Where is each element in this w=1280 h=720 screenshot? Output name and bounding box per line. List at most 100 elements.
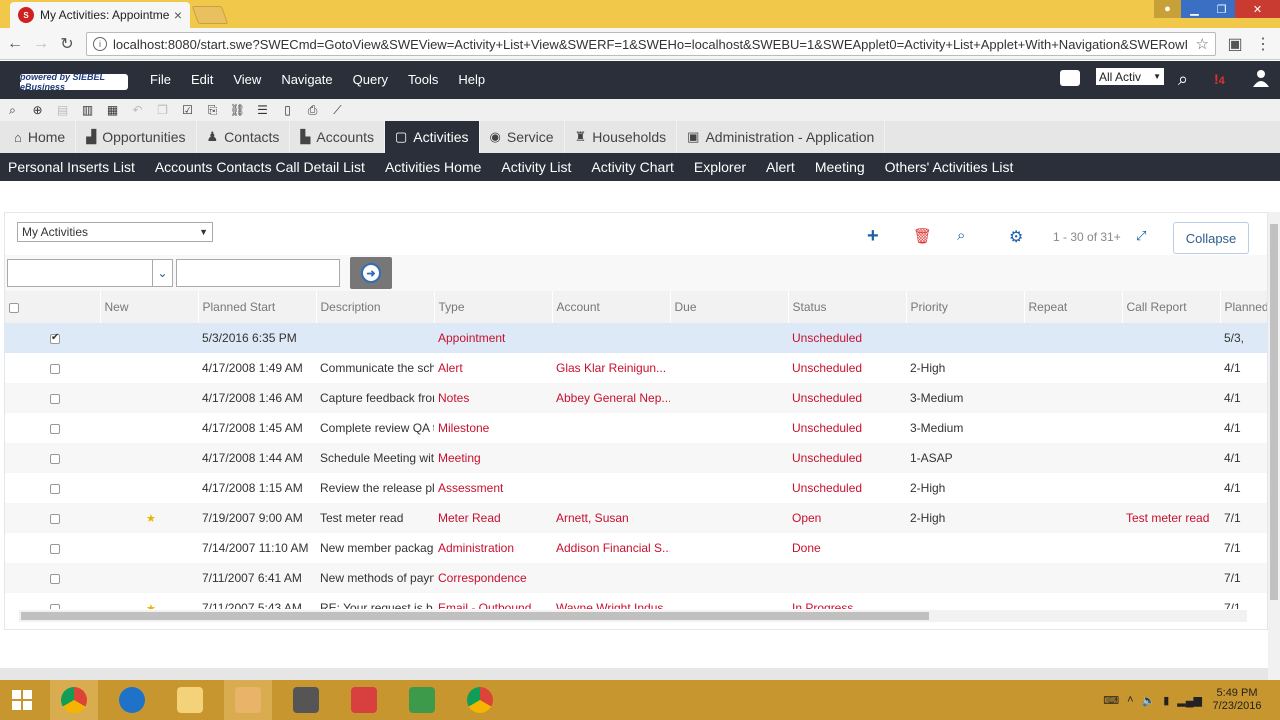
view-tab-meeting[interactable]: Meeting: [807, 159, 873, 175]
cell-status[interactable]: Unscheduled: [788, 473, 906, 503]
row-checkbox[interactable]: [50, 453, 60, 464]
tab-opportunities[interactable]: ▟ Opportunities: [76, 121, 197, 153]
menu-edit[interactable]: Edit: [181, 61, 223, 99]
cell-call-report[interactable]: [1122, 323, 1220, 353]
browser-menu-icon[interactable]: ⋮: [1250, 31, 1276, 57]
table-row[interactable]: 4/17/2008 1:46 AM Capture feedback fror No…: [5, 383, 1267, 413]
table-row[interactable]: 4/17/2008 1:15 AM Review the release pl As…: [5, 473, 1267, 503]
cell-account[interactable]: [552, 563, 670, 593]
user-profile-icon[interactable]: [1252, 69, 1270, 87]
list-icon[interactable]: ☰: [252, 101, 273, 119]
cell-status[interactable]: [788, 563, 906, 593]
chart-icon[interactable]: ⟋: [327, 101, 348, 119]
cell-call-report[interactable]: [1122, 413, 1220, 443]
cell-account[interactable]: Wayne Wright Indus: [552, 593, 670, 609]
cell-account[interactable]: Addison Financial S...: [552, 533, 670, 563]
cell-type[interactable]: Administration: [434, 533, 552, 563]
reload-icon[interactable]: ↻: [54, 31, 80, 57]
view-tab-activities-home[interactable]: Activities Home: [377, 159, 489, 175]
profile-icon[interactable]: ●: [1154, 0, 1181, 18]
sync-document-icon[interactable]: ▦: [102, 101, 123, 119]
back-arrow-icon[interactable]: ←: [2, 31, 28, 57]
menu-navigate[interactable]: Navigate: [271, 61, 342, 99]
vertical-scroll-thumb[interactable]: [1270, 224, 1278, 600]
cell-call-report[interactable]: [1122, 473, 1220, 503]
cell-select[interactable]: [5, 413, 100, 443]
cell-select[interactable]: [5, 473, 100, 503]
signal-icon[interactable]: ▂▄▆: [1177, 694, 1202, 707]
query-search-icon[interactable]: ⌕: [2, 101, 23, 119]
tab-home[interactable]: ⌂ Home: [4, 121, 77, 153]
cell-type[interactable]: Meter Read: [434, 503, 552, 533]
ie-taskbar-icon[interactable]: [108, 680, 156, 720]
cell-select[interactable]: [5, 503, 100, 533]
extension-icon[interactable]: ▣: [1222, 31, 1248, 57]
view-tab-others-activities-list[interactable]: Others' Activities List: [877, 159, 1022, 175]
app-taskbar-icon[interactable]: [224, 680, 272, 720]
close-tab-icon[interactable]: ×: [174, 7, 182, 23]
document-icon[interactable]: ▥: [77, 101, 98, 119]
clipboard-icon[interactable]: ▯: [277, 101, 298, 119]
cell-status[interactable]: Unscheduled: [788, 443, 906, 473]
menu-view[interactable]: View: [223, 61, 271, 99]
window-taskbar-icon[interactable]: [282, 680, 330, 720]
cell-status[interactable]: Unscheduled: [788, 353, 906, 383]
cell-type[interactable]: Meeting: [434, 443, 552, 473]
url-input[interactable]: i localhost:8080/start.swe?SWECmd=GotoVi…: [86, 32, 1216, 56]
cell-call-report[interactable]: [1122, 353, 1220, 383]
delete-trash-icon[interactable]: 🗑: [913, 227, 932, 245]
table-row[interactable]: 7/11/2007 6:41 AM New methods of payn Corr…: [5, 563, 1267, 593]
filter-value-input[interactable]: [176, 259, 340, 287]
cell-call-report[interactable]: [1122, 443, 1220, 473]
cell-status[interactable]: Unscheduled: [788, 413, 906, 443]
bookmark-star-icon[interactable]: ☆: [1196, 35, 1209, 53]
calendar-check-icon[interactable]: ☑: [177, 101, 198, 119]
collapse-button[interactable]: Collapse: [1173, 222, 1249, 254]
view-tab-explorer[interactable]: Explorer: [686, 159, 754, 175]
tab-activities[interactable]: ▢ Activities: [385, 121, 480, 153]
menu-query[interactable]: Query: [343, 61, 398, 99]
forward-arrow-icon[interactable]: →: [28, 31, 54, 57]
table-row[interactable]: ★ 7/11/2007 5:43 AM RE: Your request is bE…: [5, 593, 1267, 609]
cell-account[interactable]: [552, 443, 670, 473]
search-scope-select[interactable]: All Activ ▼: [1096, 68, 1164, 85]
filter-field-select[interactable]: ⌄: [7, 259, 173, 287]
chat-icon[interactable]: [1060, 70, 1080, 86]
info-icon[interactable]: i: [93, 37, 107, 51]
cell-select[interactable]: [5, 563, 100, 593]
cell-type[interactable]: Alert: [434, 353, 552, 383]
col-due[interactable]: Due: [670, 291, 789, 323]
cell-call-report[interactable]: [1122, 383, 1220, 413]
notification-alert-icon[interactable]: !4: [1214, 71, 1225, 87]
cell-type[interactable]: Email - Outbound: [434, 593, 552, 609]
chevron-down-icon[interactable]: ⌄: [152, 260, 172, 286]
cell-account[interactable]: [552, 323, 670, 353]
select-all-header[interactable]: [5, 291, 101, 323]
tab-contacts[interactable]: ♟ Contacts: [196, 121, 291, 153]
link-icon[interactable]: ⛓: [227, 101, 248, 119]
menu-file[interactable]: File: [140, 61, 181, 99]
cell-status[interactable]: Done: [788, 533, 906, 563]
new-tab-button[interactable]: [191, 6, 229, 24]
row-checkbox[interactable]: [50, 393, 60, 404]
browser-tab[interactable]: S My Activities: Appointme ×: [10, 2, 190, 28]
cell-select[interactable]: [5, 323, 100, 353]
expand-icon[interactable]: ⤢: [1136, 228, 1146, 244]
col-priority[interactable]: Priority: [906, 291, 1025, 323]
volume-icon[interactable]: 🔈: [1142, 694, 1156, 707]
view-tab-activity-list[interactable]: Activity List: [493, 159, 579, 175]
keyboard-icon[interactable]: ⌨: [1103, 694, 1119, 707]
table-row[interactable]: 4/17/2008 1:45 AM Complete review QA t Mil…: [5, 413, 1267, 443]
minimize-button[interactable]: ▁: [1181, 0, 1208, 18]
cell-call-report[interactable]: [1122, 563, 1220, 593]
cell-type[interactable]: Notes: [434, 383, 552, 413]
query-icon[interactable]: ⌕: [957, 227, 965, 244]
row-checkbox[interactable]: [50, 363, 60, 374]
search-icon[interactable]: ⌕: [1178, 69, 1188, 90]
chrome-taskbar-icon-2[interactable]: [456, 680, 504, 720]
view-tab-accounts-contacts-call-detail[interactable]: Accounts Contacts Call Detail List: [147, 159, 373, 175]
chrome-taskbar-icon[interactable]: [50, 680, 98, 720]
windows-start-icon[interactable]: [0, 690, 44, 710]
cell-type[interactable]: Milestone: [434, 413, 552, 443]
cell-select[interactable]: [5, 353, 100, 383]
